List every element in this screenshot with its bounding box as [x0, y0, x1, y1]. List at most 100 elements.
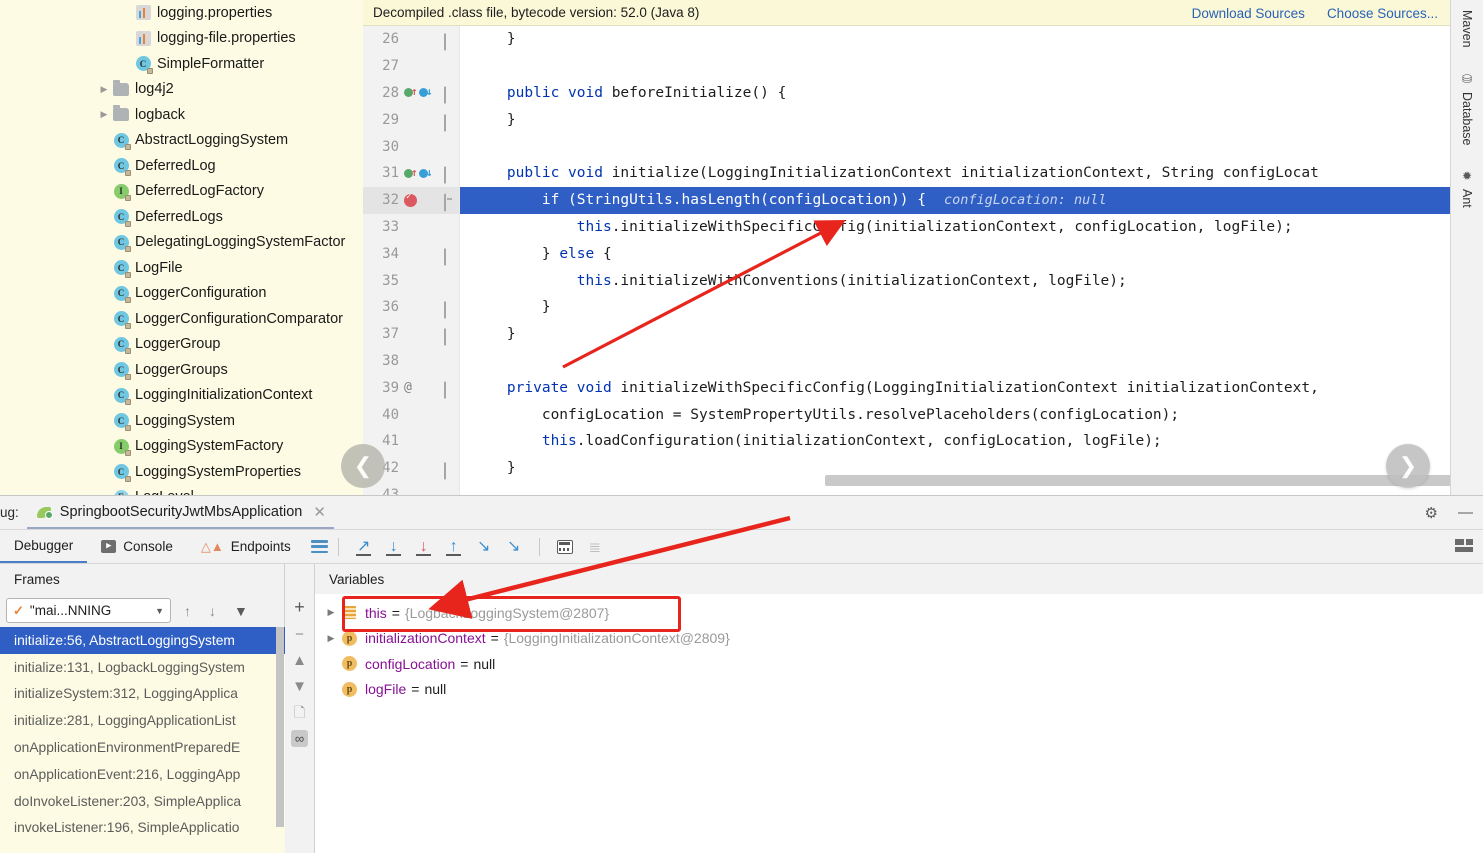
editor-gutter[interactable]: 33: [363, 213, 459, 241]
editor-gutter[interactable]: 27: [363, 52, 459, 80]
inspect-icon[interactable]: ∞: [290, 730, 309, 747]
frames-scrollbar[interactable]: [276, 627, 284, 827]
editor-gutter[interactable]: 37: [363, 320, 459, 348]
fold-region-start-icon[interactable]: [444, 381, 455, 399]
move-down-icon[interactable]: ▼: [292, 679, 307, 694]
breakpoint-icon[interactable]: [399, 192, 443, 207]
step-out-icon[interactable]: ↑: [439, 534, 469, 560]
code-line[interactable]: 39 @ private void initializeWithSpecificC…: [363, 374, 1450, 402]
force-step-into-icon[interactable]: ↘: [469, 534, 499, 560]
fold-region-end-icon[interactable]: [444, 462, 455, 480]
tree-item[interactable]: ▶CLoggerGroups: [0, 357, 363, 383]
tree-item[interactable]: ▶CAbstractLoggingSystem: [0, 128, 363, 154]
project-tree-panel[interactable]: ▶ logging.properties ▶ logging-file.propert…: [0, 0, 363, 495]
fold-region-end-icon[interactable]: [444, 33, 455, 51]
editor-gutter[interactable]: 39 @: [363, 374, 459, 402]
tree-item[interactable]: ▶CDeferredLogs: [0, 204, 363, 230]
tree-item[interactable]: ▶CLoggerConfigurationComparator: [0, 306, 363, 332]
frame-item[interactable]: invokeListener:196, SimpleApplicatio: [0, 815, 285, 842]
layout-settings-icon[interactable]: [1455, 539, 1473, 554]
expand-chevron-icon[interactable]: ▶: [321, 607, 341, 618]
editor-gutter[interactable]: 40: [363, 401, 459, 428]
implemented-method-icon[interactable]: ↑: [404, 85, 418, 99]
code-line[interactable]: 34 } else {: [363, 240, 1450, 268]
code-line[interactable]: 33 this.initializeWithSpecificConfig(ini…: [363, 213, 1450, 241]
editor-gutter[interactable]: 31 ↑ ↓: [363, 159, 459, 187]
step-into-icon[interactable]: ↓: [409, 534, 439, 560]
code-line[interactable]: 41 this.loadConfiguration(initialization…: [363, 427, 1450, 455]
previous-occurrence-button[interactable]: ❮: [341, 444, 385, 488]
code-line[interactable]: 36 }: [363, 293, 1450, 321]
variables-list[interactable]: ▶ this = {LogbackLoggingSystem@2807} ▶ p initi…: [315, 594, 1483, 702]
code-line[interactable]: 27: [363, 52, 1450, 80]
fold-region-start-icon[interactable]: [444, 86, 455, 104]
download-sources-link[interactable]: Download Sources: [1192, 6, 1305, 21]
debug-tab-endpoints[interactable]: △▲ Endpoints: [187, 530, 305, 563]
fold-region-end-icon[interactable]: [444, 114, 455, 132]
editor-horizontal-scrollbar[interactable]: [825, 475, 1465, 486]
code-line-current[interactable]: 32 if (StringUtils.hasLength(configLocat…: [363, 186, 1450, 214]
tool-window-tab-database[interactable]: ⛁ Database: [1458, 68, 1476, 150]
frame-item[interactable]: initialize:56, AbstractLoggingSystem: [0, 627, 285, 654]
tree-item[interactable]: ▶CLoggerConfiguration: [0, 281, 363, 307]
tree-item[interactable]: ▶ logging-file.properties: [0, 26, 363, 52]
tree-item[interactable]: ▶ELogLevel: [0, 485, 363, 495]
tree-item[interactable]: ▶CLoggingSystemProperties: [0, 459, 363, 485]
implemented-method-icon[interactable]: ↑: [404, 166, 418, 180]
tree-item[interactable]: ▶ILoggingSystemFactory: [0, 434, 363, 460]
tree-item[interactable]: ▶CSimpleFormatter: [0, 51, 363, 77]
editor-gutter[interactable]: 34: [363, 240, 459, 268]
code-line[interactable]: 40 configLocation = SystemPropertyUtils.…: [363, 401, 1450, 428]
variable-row[interactable]: ▶ this = {LogbackLoggingSystem@2807}: [315, 600, 1483, 626]
tree-item[interactable]: ▶ logback: [0, 102, 363, 128]
editor-gutter[interactable]: 29: [363, 106, 459, 134]
editor-gutter[interactable]: 30: [363, 133, 459, 160]
editor-gutter[interactable]: 36: [363, 293, 459, 321]
debug-tab-debugger[interactable]: Debugger: [0, 530, 88, 563]
arrow-down-icon[interactable]: ↓: [204, 603, 221, 619]
tree-item[interactable]: ▶CLogFile: [0, 255, 363, 281]
evaluate-expression-icon[interactable]: [550, 534, 580, 560]
chevron-right-icon[interactable]: ▶: [96, 77, 112, 102]
editor-gutter[interactable]: 32: [363, 186, 459, 214]
editor-gutter[interactable]: 35: [363, 267, 459, 294]
mute-breakpoints-icon[interactable]: ≣: [580, 534, 610, 560]
run-to-cursor-icon[interactable]: ↘: [499, 534, 529, 560]
implementation-marker-icons[interactable]: ↑ ↓: [399, 85, 443, 99]
variable-row[interactable]: ▶p configLocation=null: [315, 651, 1483, 677]
fold-region-end-icon[interactable]: [444, 301, 455, 319]
view-options-icon[interactable]: [310, 540, 328, 553]
frame-item[interactable]: onApplicationEnvironmentPreparedE: [0, 734, 285, 761]
editor-gutter[interactable]: 38: [363, 347, 459, 375]
tree-item[interactable]: ▶CLoggerGroup: [0, 332, 363, 358]
remove-watch-icon[interactable]: −: [295, 627, 304, 642]
move-up-icon[interactable]: ▲: [292, 653, 307, 668]
implementation-marker-icons[interactable]: ↑ ↓: [399, 166, 443, 180]
debug-tab-console[interactable]: ▶ Console: [87, 530, 187, 563]
step-over-icon[interactable]: ↓: [379, 534, 409, 560]
chevron-right-icon[interactable]: ▶: [96, 102, 112, 127]
tree-item[interactable]: ▶CLoggingInitializationContext: [0, 383, 363, 409]
arrow-up-icon[interactable]: ↑: [179, 603, 196, 619]
run-configuration-tab[interactable]: SpringbootSecurityJwtMbsApplication ✕: [26, 496, 334, 529]
gear-icon[interactable]: ⚙: [1425, 504, 1438, 522]
tree-item[interactable]: ▶CDelegatingLoggingSystemFactor: [0, 230, 363, 256]
tool-window-tab-ant[interactable]: ✹ Ant: [1458, 165, 1476, 212]
frame-item[interactable]: doInvokeListener:203, SimpleApplica: [0, 788, 285, 815]
fold-region-end-icon[interactable]: [444, 248, 455, 266]
tree-item[interactable]: ▶CLoggingSystem: [0, 408, 363, 434]
variable-row[interactable]: ▶ p initializationContext = {LoggingInitiali…: [315, 626, 1483, 652]
thread-select[interactable]: ✓ "mai...NNING ▼: [6, 598, 171, 623]
tool-window-tab-maven[interactable]: Maven: [1458, 6, 1476, 52]
code-line[interactable]: 31 ↑ ↓ public void initialize(LoggingIniti…: [363, 159, 1450, 187]
tree-item[interactable]: ▶CDeferredLog: [0, 153, 363, 179]
fold-region-start-icon[interactable]: [444, 166, 455, 184]
add-watch-icon[interactable]: +: [294, 598, 305, 616]
frame-item[interactable]: initializeSystem:312, LoggingApplica: [0, 681, 285, 708]
code-line[interactable]: 28 ↑ ↓ public void beforeInitialize() {: [363, 79, 1450, 107]
code-line[interactable]: 29 }: [363, 106, 1450, 134]
next-occurrence-button[interactable]: ❯: [1386, 444, 1430, 488]
overriding-method-icon[interactable]: ↓: [419, 85, 433, 99]
code-line[interactable]: 30: [363, 133, 1450, 160]
code-line[interactable]: 38: [363, 347, 1450, 375]
